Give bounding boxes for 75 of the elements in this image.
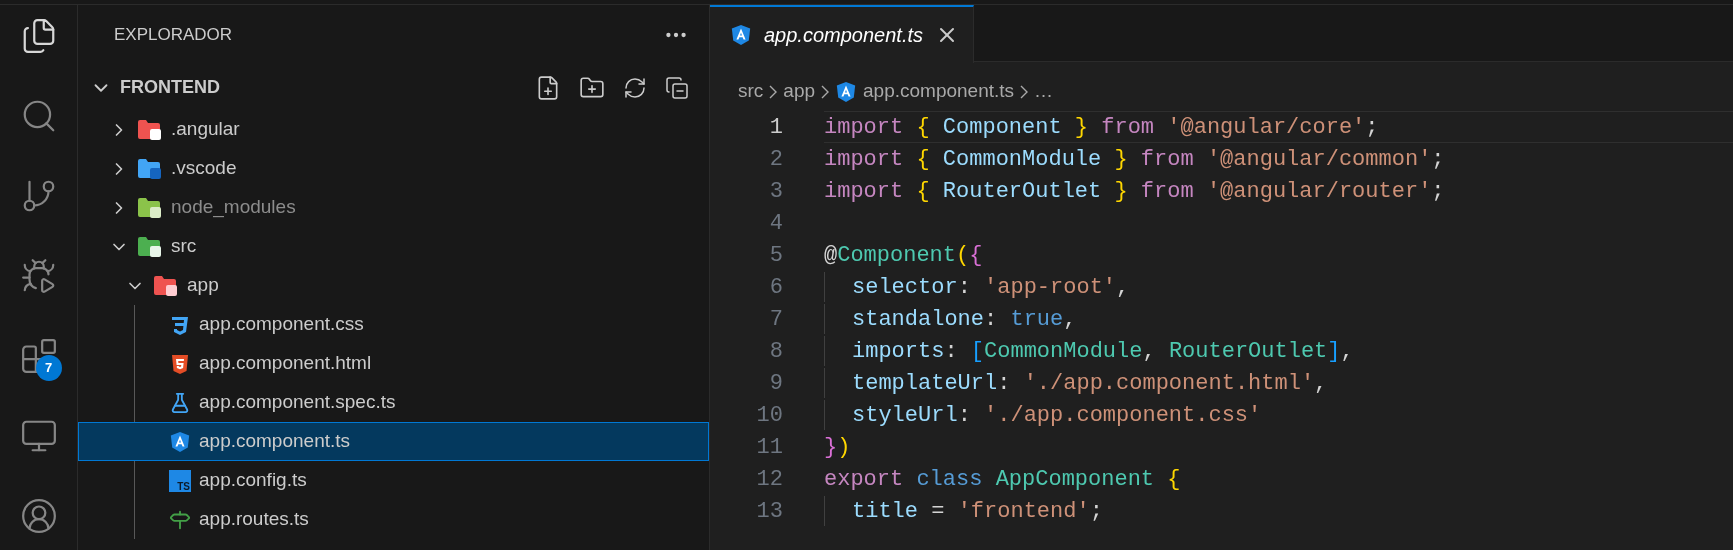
code-line: @Component({ bbox=[824, 241, 984, 270]
item-label: src bbox=[171, 234, 197, 259]
chevron-right-icon bbox=[821, 84, 830, 99]
folder-name: FRONTEND bbox=[120, 76, 221, 99]
editor-tab[interactable]: app.component.ts bbox=[710, 5, 974, 63]
line-number: 9 bbox=[768, 369, 783, 398]
item-label: app bbox=[187, 273, 219, 298]
tree-item[interactable]: app.component.html bbox=[78, 344, 709, 383]
code-line: styleUrl: './app.component.css' bbox=[824, 399, 1733, 431]
breadcrumb-item[interactable]: app bbox=[783, 77, 816, 106]
code-line: import { RouterOutlet } from '@angular/router'; bbox=[824, 177, 1446, 206]
signpost-icon bbox=[169, 508, 191, 531]
notification-badge: 7 bbox=[35, 355, 62, 381]
tab-label: app.component.ts bbox=[764, 23, 923, 48]
folder-header[interactable]: FRONTEND bbox=[78, 65, 709, 110]
line-number: 6 bbox=[768, 273, 783, 302]
line-number: 5 bbox=[768, 241, 783, 270]
code-line: import { CommonModule } from '@angular/common'; bbox=[824, 145, 1446, 174]
folder-icon bbox=[153, 274, 179, 297]
item-label: app.config.ts bbox=[199, 468, 307, 493]
html-icon bbox=[169, 352, 191, 375]
angular-icon bbox=[730, 24, 752, 46]
angular-icon bbox=[835, 80, 858, 103]
item-label: app.component.spec.ts bbox=[199, 390, 396, 415]
folder-icon bbox=[137, 157, 163, 180]
code-line: import { Component } from '@angular/core'; bbox=[824, 111, 1733, 143]
code-line: export class AppComponent { bbox=[824, 465, 1182, 494]
tree-item[interactable]: app bbox=[78, 266, 709, 305]
tree-item[interactable]: app.component.ts bbox=[78, 422, 709, 461]
line-number: 11 bbox=[755, 433, 783, 462]
item-label: app.component.css bbox=[199, 312, 364, 337]
tree-item[interactable]: node_modules bbox=[78, 188, 709, 227]
code-line: templateUrl: './app.component.html', bbox=[824, 367, 1733, 399]
item-label: .angular bbox=[171, 117, 240, 142]
flask-icon bbox=[169, 391, 191, 414]
line-number: 8 bbox=[768, 337, 783, 366]
line-number: 10 bbox=[755, 401, 783, 430]
breadcrumb-item[interactable]: … bbox=[1034, 77, 1054, 106]
angular-icon bbox=[169, 430, 191, 453]
code-line: imports: [CommonModule, RouterOutlet], bbox=[824, 335, 1733, 367]
code-line: title = 'frontend'; bbox=[824, 495, 1733, 527]
tree-item[interactable]: src bbox=[78, 227, 709, 266]
collapse-all-icon[interactable] bbox=[665, 75, 689, 100]
ts-icon: TS bbox=[169, 469, 191, 492]
item-label: app.component.ts bbox=[199, 429, 351, 454]
line-number: 7 bbox=[768, 305, 783, 334]
tree-item[interactable]: TS app.config.ts bbox=[78, 461, 709, 500]
folder-icon bbox=[137, 235, 163, 258]
refresh-icon[interactable] bbox=[623, 75, 647, 100]
code-line: }) bbox=[824, 433, 852, 462]
folder-icon bbox=[137, 118, 163, 141]
item-label: app.routes.ts bbox=[199, 507, 309, 532]
item-label: app.component.html bbox=[199, 351, 372, 376]
line-number: 2 bbox=[768, 145, 783, 174]
breadcrumb-item[interactable]: app.component.ts bbox=[863, 77, 1015, 106]
item-label: .vscode bbox=[171, 156, 237, 181]
tree-item[interactable]: .angular bbox=[78, 110, 709, 149]
code-line: standalone: true, bbox=[824, 303, 1733, 335]
chevron-right-icon bbox=[769, 84, 778, 99]
folder-icon bbox=[137, 196, 163, 219]
item-label: node_modules bbox=[171, 195, 296, 220]
tree-item[interactable]: app.routes.ts bbox=[78, 500, 709, 539]
line-number: 3 bbox=[768, 177, 783, 206]
line-number: 1 bbox=[768, 113, 783, 142]
tree-item[interactable]: app.component.spec.ts bbox=[78, 383, 709, 422]
sidebar-title: EXPLORADOR bbox=[114, 24, 233, 47]
code-line: selector: 'app-root', bbox=[824, 271, 1733, 303]
breadcrumb-item[interactable]: src bbox=[738, 77, 764, 106]
tree-item[interactable]: .vscode bbox=[78, 149, 709, 188]
line-number: 12 bbox=[755, 465, 783, 494]
line-number: 4 bbox=[768, 209, 783, 238]
tree-item[interactable]: app.component.css bbox=[78, 305, 709, 344]
line-number: 13 bbox=[755, 497, 783, 526]
account-icon[interactable] bbox=[19, 497, 58, 535]
chevron-right-icon bbox=[1020, 84, 1029, 99]
